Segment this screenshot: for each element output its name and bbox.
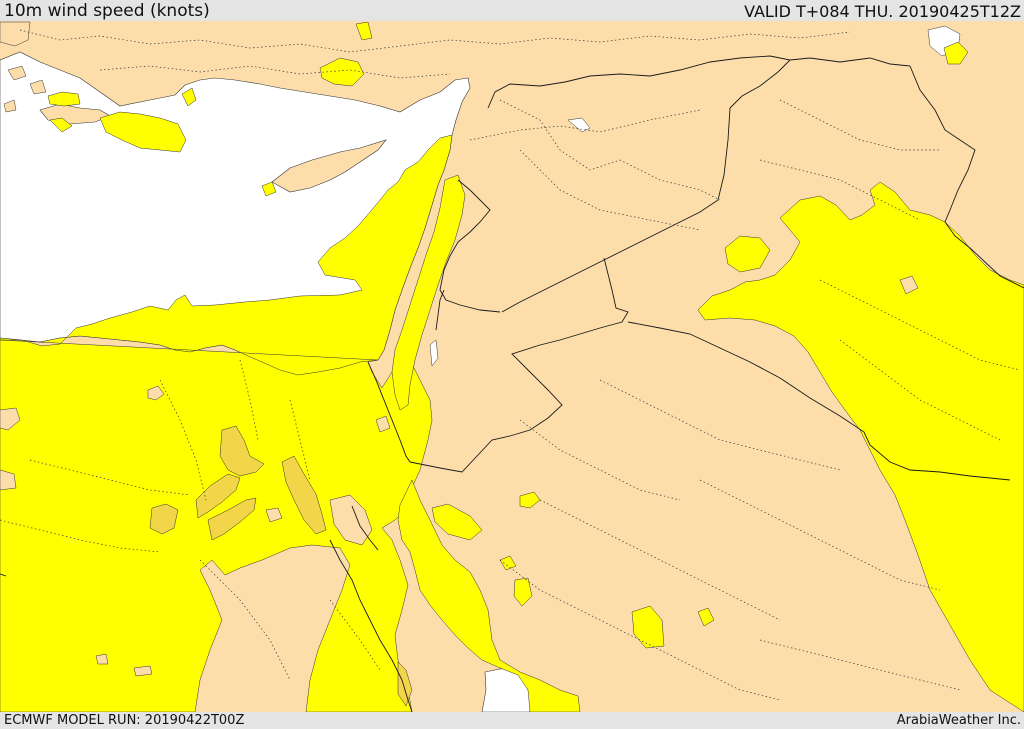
footer-bar: ECMWF MODEL RUN: 20190422T00Z ArabiaWeat… [0,712,1024,729]
credit-label: ArabiaWeather Inc. [896,713,1021,728]
header-bar: 10m wind speed (knots) VALID T+084 THU. … [0,0,1024,21]
valid-time-label: VALID T+084 THU. 20190425T12Z [744,2,1021,21]
model-run-label: ECMWF MODEL RUN: 20190422T00Z [4,713,245,728]
wind-speed-map[interactable] [0,21,1024,712]
map-canvas [0,21,1024,712]
map-title: 10m wind speed (knots) [4,1,210,21]
